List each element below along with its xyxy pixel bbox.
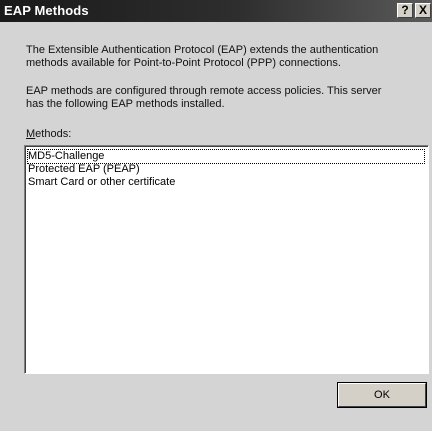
methods-label-mnemonic: M: [26, 128, 36, 140]
list-item-md5-challenge[interactable]: MD5-Challenge: [27, 149, 425, 164]
close-button[interactable]: X: [415, 3, 431, 18]
ok-button[interactable]: OK: [338, 383, 426, 407]
methods-listbox[interactable]: MD5-Challenge Protected EAP (PEAP) Smart…: [24, 145, 429, 374]
description-line: has the following EAP methods installed.: [26, 98, 225, 110]
eap-methods-dialog: EAP Methods ? X The Extensible Authentic…: [0, 0, 432, 431]
list-item-smart-card[interactable]: Smart Card or other certificate: [28, 176, 175, 189]
methods-label: Methods:: [26, 128, 71, 141]
description-paragraph-2: EAP methods are configured through remot…: [26, 85, 426, 111]
description-line: EAP methods are configured through remot…: [26, 85, 382, 97]
description-line: The Extensible Authentication Protocol (…: [26, 44, 379, 56]
window-title: EAP Methods: [4, 3, 89, 18]
description-line: methods available for Point-to-Point Pro…: [26, 57, 341, 69]
description-paragraph-1: The Extensible Authentication Protocol (…: [26, 44, 426, 70]
title-bar[interactable]: EAP Methods ? X: [0, 0, 432, 22]
methods-label-text: ethods:: [35, 128, 72, 140]
list-item-peap[interactable]: Protected EAP (PEAP): [28, 163, 140, 176]
help-button[interactable]: ?: [397, 3, 413, 18]
